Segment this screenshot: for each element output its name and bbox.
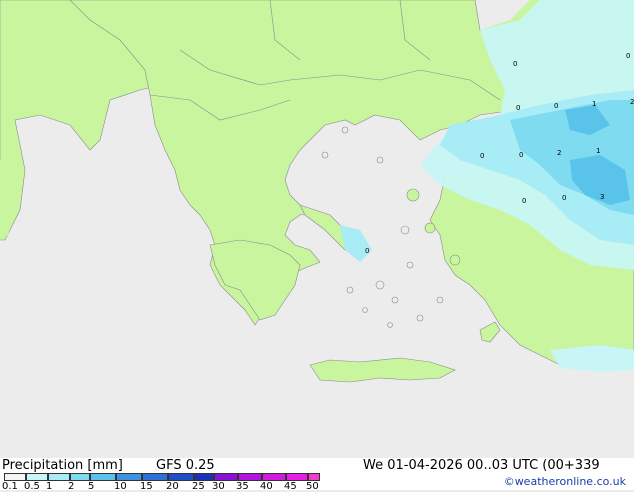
legend-color-segment bbox=[26, 473, 48, 481]
precip-south bbox=[550, 345, 634, 372]
legend-tick-label: 45 bbox=[284, 481, 297, 492]
legend-tick-label: 5 bbox=[88, 481, 95, 492]
legend-title: Precipitation [mm] bbox=[2, 458, 123, 473]
credit-link[interactable]: ©weatheronline.co.uk bbox=[504, 475, 626, 488]
legend-tick-label: 2 bbox=[68, 481, 75, 492]
value-label: 0 bbox=[480, 152, 484, 160]
value-label: 0 bbox=[519, 151, 523, 159]
legend-tick-label: 0.5 bbox=[24, 481, 40, 492]
legend-color-segment bbox=[4, 473, 26, 481]
legend-tick-label: 15 bbox=[140, 481, 153, 492]
value-label: 2 bbox=[630, 98, 634, 106]
legend-color-segment bbox=[214, 473, 238, 481]
legend-color-segment bbox=[238, 473, 262, 481]
legend-tick-label: 35 bbox=[236, 481, 249, 492]
value-label: 0 bbox=[516, 104, 520, 112]
legend-color-segment bbox=[70, 473, 90, 481]
value-label: 0 bbox=[365, 247, 369, 255]
value-label: 1 bbox=[592, 100, 596, 108]
value-label: 1 bbox=[596, 147, 600, 155]
model-name: GFS 0.25 bbox=[156, 458, 215, 473]
legend-color-segment bbox=[48, 473, 70, 481]
value-label: 2 bbox=[557, 149, 561, 157]
legend-color-segment bbox=[142, 473, 168, 481]
precipitation-map: 0 0 1 2 0 0 0 2 1 0 0 3 0 0 bbox=[0, 0, 634, 458]
legend-color-segment bbox=[90, 473, 116, 481]
legend-color-segment bbox=[308, 473, 320, 481]
legend-tick-label: 50 bbox=[306, 481, 319, 492]
value-label: 0 bbox=[562, 194, 566, 202]
legend-color-segment bbox=[168, 473, 194, 481]
value-label: 0 bbox=[513, 60, 517, 68]
legend-tick-label: 1 bbox=[46, 481, 53, 492]
value-label: 0 bbox=[522, 197, 526, 205]
legend-tick-label: 25 bbox=[192, 481, 205, 492]
legend-tick-label: 40 bbox=[260, 481, 273, 492]
value-label: 0 bbox=[554, 102, 558, 110]
legend-tick-label: 10 bbox=[114, 481, 127, 492]
legend-color-segment bbox=[286, 473, 308, 481]
legend-tick-label: 20 bbox=[166, 481, 179, 492]
value-label: 0 bbox=[626, 52, 630, 60]
legend-tick-label: 0.1 bbox=[2, 481, 18, 492]
legend-tick-label: 30 bbox=[212, 481, 225, 492]
value-label: 3 bbox=[600, 193, 604, 201]
valid-time: We 01-04-2026 00..03 UTC (00+339 bbox=[363, 458, 600, 473]
legend-color-segment bbox=[194, 473, 214, 481]
legend-color-segment bbox=[116, 473, 142, 481]
legend-color-segment bbox=[262, 473, 286, 481]
